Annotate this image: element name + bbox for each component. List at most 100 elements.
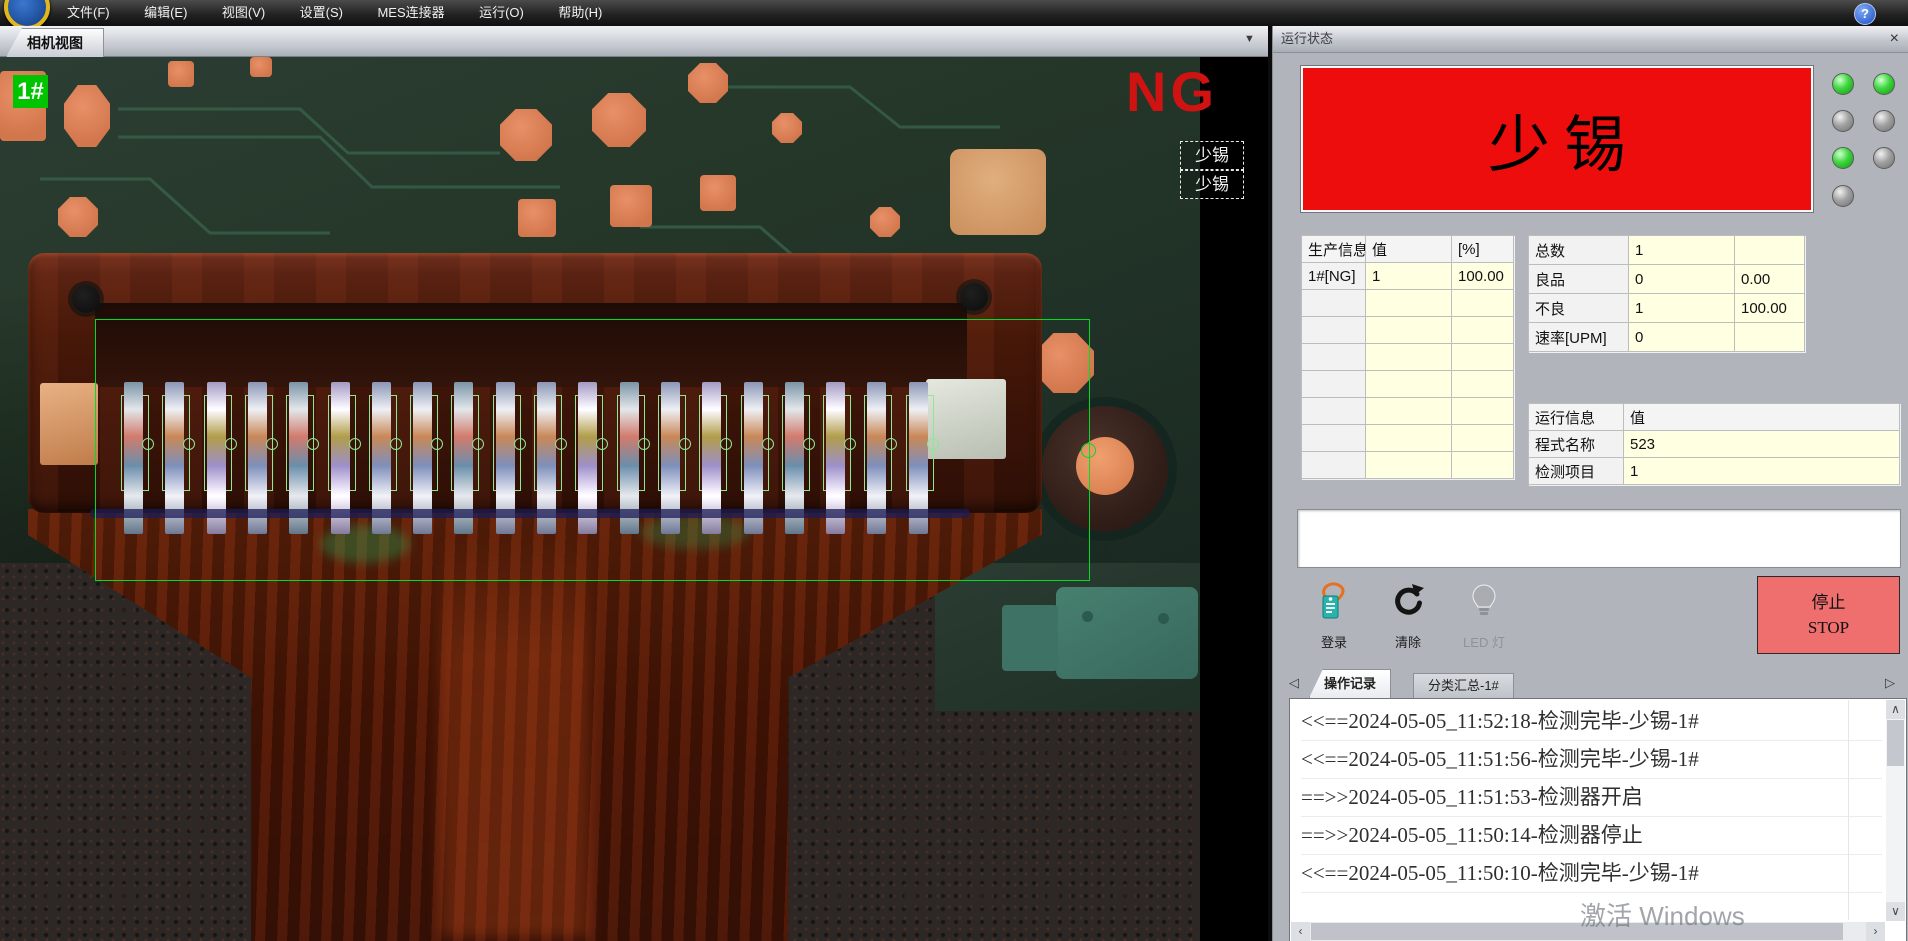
table-row: 程式名称523 bbox=[1529, 431, 1900, 458]
view-tab-bar: 相机视图 ▼ bbox=[0, 26, 1268, 57]
table-cell bbox=[1735, 236, 1805, 265]
result-label: NG bbox=[1126, 59, 1218, 124]
run-status-panel: 运行状态 × 少锡 生产信息值[%]1#[NG]1100.00 总数1良品00.… bbox=[1272, 26, 1908, 941]
close-icon[interactable]: × bbox=[1890, 26, 1899, 52]
tab-classification-summary[interactable]: 分类汇总-1# bbox=[1413, 673, 1514, 698]
scroll-up-icon[interactable]: ∧ bbox=[1886, 700, 1905, 719]
table-cell bbox=[1366, 317, 1452, 344]
pcb-shield-pad bbox=[1056, 587, 1198, 679]
camera-viewport[interactable]: 1# NG 少锡 少锡 bbox=[0, 57, 1268, 941]
table-cell: 检测项目 bbox=[1529, 458, 1624, 485]
menu-help[interactable]: 帮助(H) bbox=[543, 0, 617, 26]
table-cell bbox=[1366, 344, 1452, 371]
refresh-icon bbox=[1390, 582, 1426, 622]
defect-label: 少锡 bbox=[1180, 170, 1244, 199]
login-label: 登录 bbox=[1302, 632, 1366, 651]
scroll-down-icon[interactable]: ∨ bbox=[1886, 902, 1905, 921]
panel-title: 运行状态 bbox=[1281, 26, 1333, 52]
table-cell: 速率[UPM] bbox=[1529, 323, 1629, 352]
table-cell bbox=[1302, 425, 1366, 452]
status-led bbox=[1832, 185, 1854, 207]
scroll-left-icon[interactable]: ‹ bbox=[1291, 922, 1310, 941]
log-entry: ==>>2024-05-05_11:51:53-检测器开启 bbox=[1301, 779, 1882, 817]
table-row: 不良1100.00 bbox=[1529, 294, 1805, 323]
alarm-text: 少锡 bbox=[1474, 94, 1640, 184]
help-icon[interactable]: ? bbox=[1854, 3, 1876, 25]
log-entry: <<==2024-05-05_11:51:56-检测完毕-少锡-1# bbox=[1301, 741, 1882, 779]
table-row bbox=[1302, 425, 1514, 452]
scrollbar-thumb[interactable] bbox=[1887, 720, 1904, 766]
stop-label-cn: 停止 bbox=[1764, 591, 1893, 616]
led-light-button[interactable]: LED 灯 bbox=[1452, 578, 1516, 666]
table-cell: 1 bbox=[1629, 236, 1735, 265]
table-cell bbox=[1302, 452, 1366, 479]
clear-label: 清除 bbox=[1376, 632, 1440, 651]
badge-icon bbox=[1316, 582, 1352, 622]
table-cell: 100.00 bbox=[1735, 294, 1805, 323]
table-cell bbox=[1366, 371, 1452, 398]
menu-mes-connector[interactable]: MES连接器 bbox=[362, 0, 459, 26]
stop-label-en: STOP bbox=[1764, 616, 1893, 641]
table-cell bbox=[1452, 452, 1514, 479]
menu-edit[interactable]: 编辑(E) bbox=[129, 0, 202, 26]
column-header: 值 bbox=[1366, 236, 1452, 263]
pcb-shield-tab bbox=[1002, 605, 1058, 671]
table-cell bbox=[1452, 398, 1514, 425]
horizontal-scrollbar[interactable]: ‹ › bbox=[1291, 922, 1885, 941]
table-cell bbox=[1452, 425, 1514, 452]
log-entry: ==>>2024-05-05_11:50:14-检测器停止 bbox=[1301, 817, 1882, 855]
detection-rectangle bbox=[95, 319, 1090, 581]
status-led bbox=[1832, 73, 1854, 95]
table-cell: 0 bbox=[1629, 265, 1735, 294]
status-led bbox=[1832, 147, 1854, 169]
table-cell: 100.00 bbox=[1452, 263, 1514, 290]
table-cell: 总数 bbox=[1529, 236, 1629, 265]
table-cell bbox=[1302, 290, 1366, 317]
clear-button[interactable]: 清除 bbox=[1376, 578, 1440, 666]
table-row bbox=[1302, 398, 1514, 425]
flex-cable-highlight bbox=[440, 537, 590, 937]
pcb-photo bbox=[0, 57, 1200, 941]
bulb-icon bbox=[1466, 582, 1502, 622]
table-cell: 1 bbox=[1624, 458, 1900, 485]
menu-file[interactable]: 文件(F) bbox=[52, 0, 125, 26]
column-header: 值 bbox=[1624, 404, 1900, 431]
log-list: <<==2024-05-05_11:52:18-检测完毕-少锡-1#<<==20… bbox=[1291, 703, 1882, 920]
menu-settings[interactable]: 设置(S) bbox=[285, 0, 358, 26]
menu-run[interactable]: 运行(O) bbox=[464, 0, 539, 26]
application-window: 文件(F) 编辑(E) 视图(V) 设置(S) MES连接器 运行(O) 帮助(… bbox=[0, 0, 1908, 941]
stop-button[interactable]: 停止 STOP bbox=[1757, 576, 1900, 654]
column-header: 生产信息 bbox=[1302, 236, 1366, 263]
defect-tags: 少锡 少锡 bbox=[1180, 141, 1244, 199]
tab-operation-log[interactable]: 操作记录 bbox=[1309, 669, 1391, 698]
operation-log[interactable]: <<==2024-05-05_11:52:18-检测完毕-少锡-1#<<==20… bbox=[1289, 698, 1907, 941]
scrollbar-thumb[interactable] bbox=[1311, 923, 1843, 940]
tab-camera-view[interactable]: 相机视图 bbox=[6, 28, 104, 57]
table-cell: 1 bbox=[1366, 263, 1452, 290]
alarm-display: 少锡 bbox=[1301, 66, 1813, 212]
table-cell bbox=[1452, 371, 1514, 398]
menu-view[interactable]: 视图(V) bbox=[207, 0, 280, 26]
table-row bbox=[1302, 290, 1514, 317]
tab-scroll-right-icon[interactable]: ▷ bbox=[1885, 675, 1895, 691]
status-led bbox=[1873, 73, 1895, 95]
message-box bbox=[1297, 509, 1901, 568]
scroll-right-icon[interactable]: › bbox=[1866, 922, 1885, 941]
menu-items: 文件(F) 编辑(E) 视图(V) 设置(S) MES连接器 运行(O) 帮助(… bbox=[52, 0, 617, 26]
table-cell: 523 bbox=[1624, 431, 1900, 458]
status-led bbox=[1832, 110, 1854, 132]
table-cell: 0 bbox=[1629, 323, 1735, 352]
chevron-down-icon[interactable]: ▼ bbox=[1244, 33, 1255, 45]
table-row: 检测项目1 bbox=[1529, 458, 1900, 485]
vertical-scrollbar[interactable]: ∧ ∨ bbox=[1886, 700, 1905, 921]
table-cell bbox=[1366, 425, 1452, 452]
column-header: 运行信息 bbox=[1529, 404, 1624, 431]
table-row: 1#[NG]1100.00 bbox=[1302, 263, 1514, 290]
stats-table: 总数1良品00.00不良1100.00速率[UPM]0 bbox=[1528, 235, 1805, 352]
table-cell bbox=[1366, 452, 1452, 479]
login-button[interactable]: 登录 bbox=[1302, 578, 1366, 666]
tab-scroll-left-icon[interactable]: ◁ bbox=[1289, 675, 1299, 691]
table-cell bbox=[1452, 344, 1514, 371]
table-cell bbox=[1366, 290, 1452, 317]
table-cell: 良品 bbox=[1529, 265, 1629, 294]
